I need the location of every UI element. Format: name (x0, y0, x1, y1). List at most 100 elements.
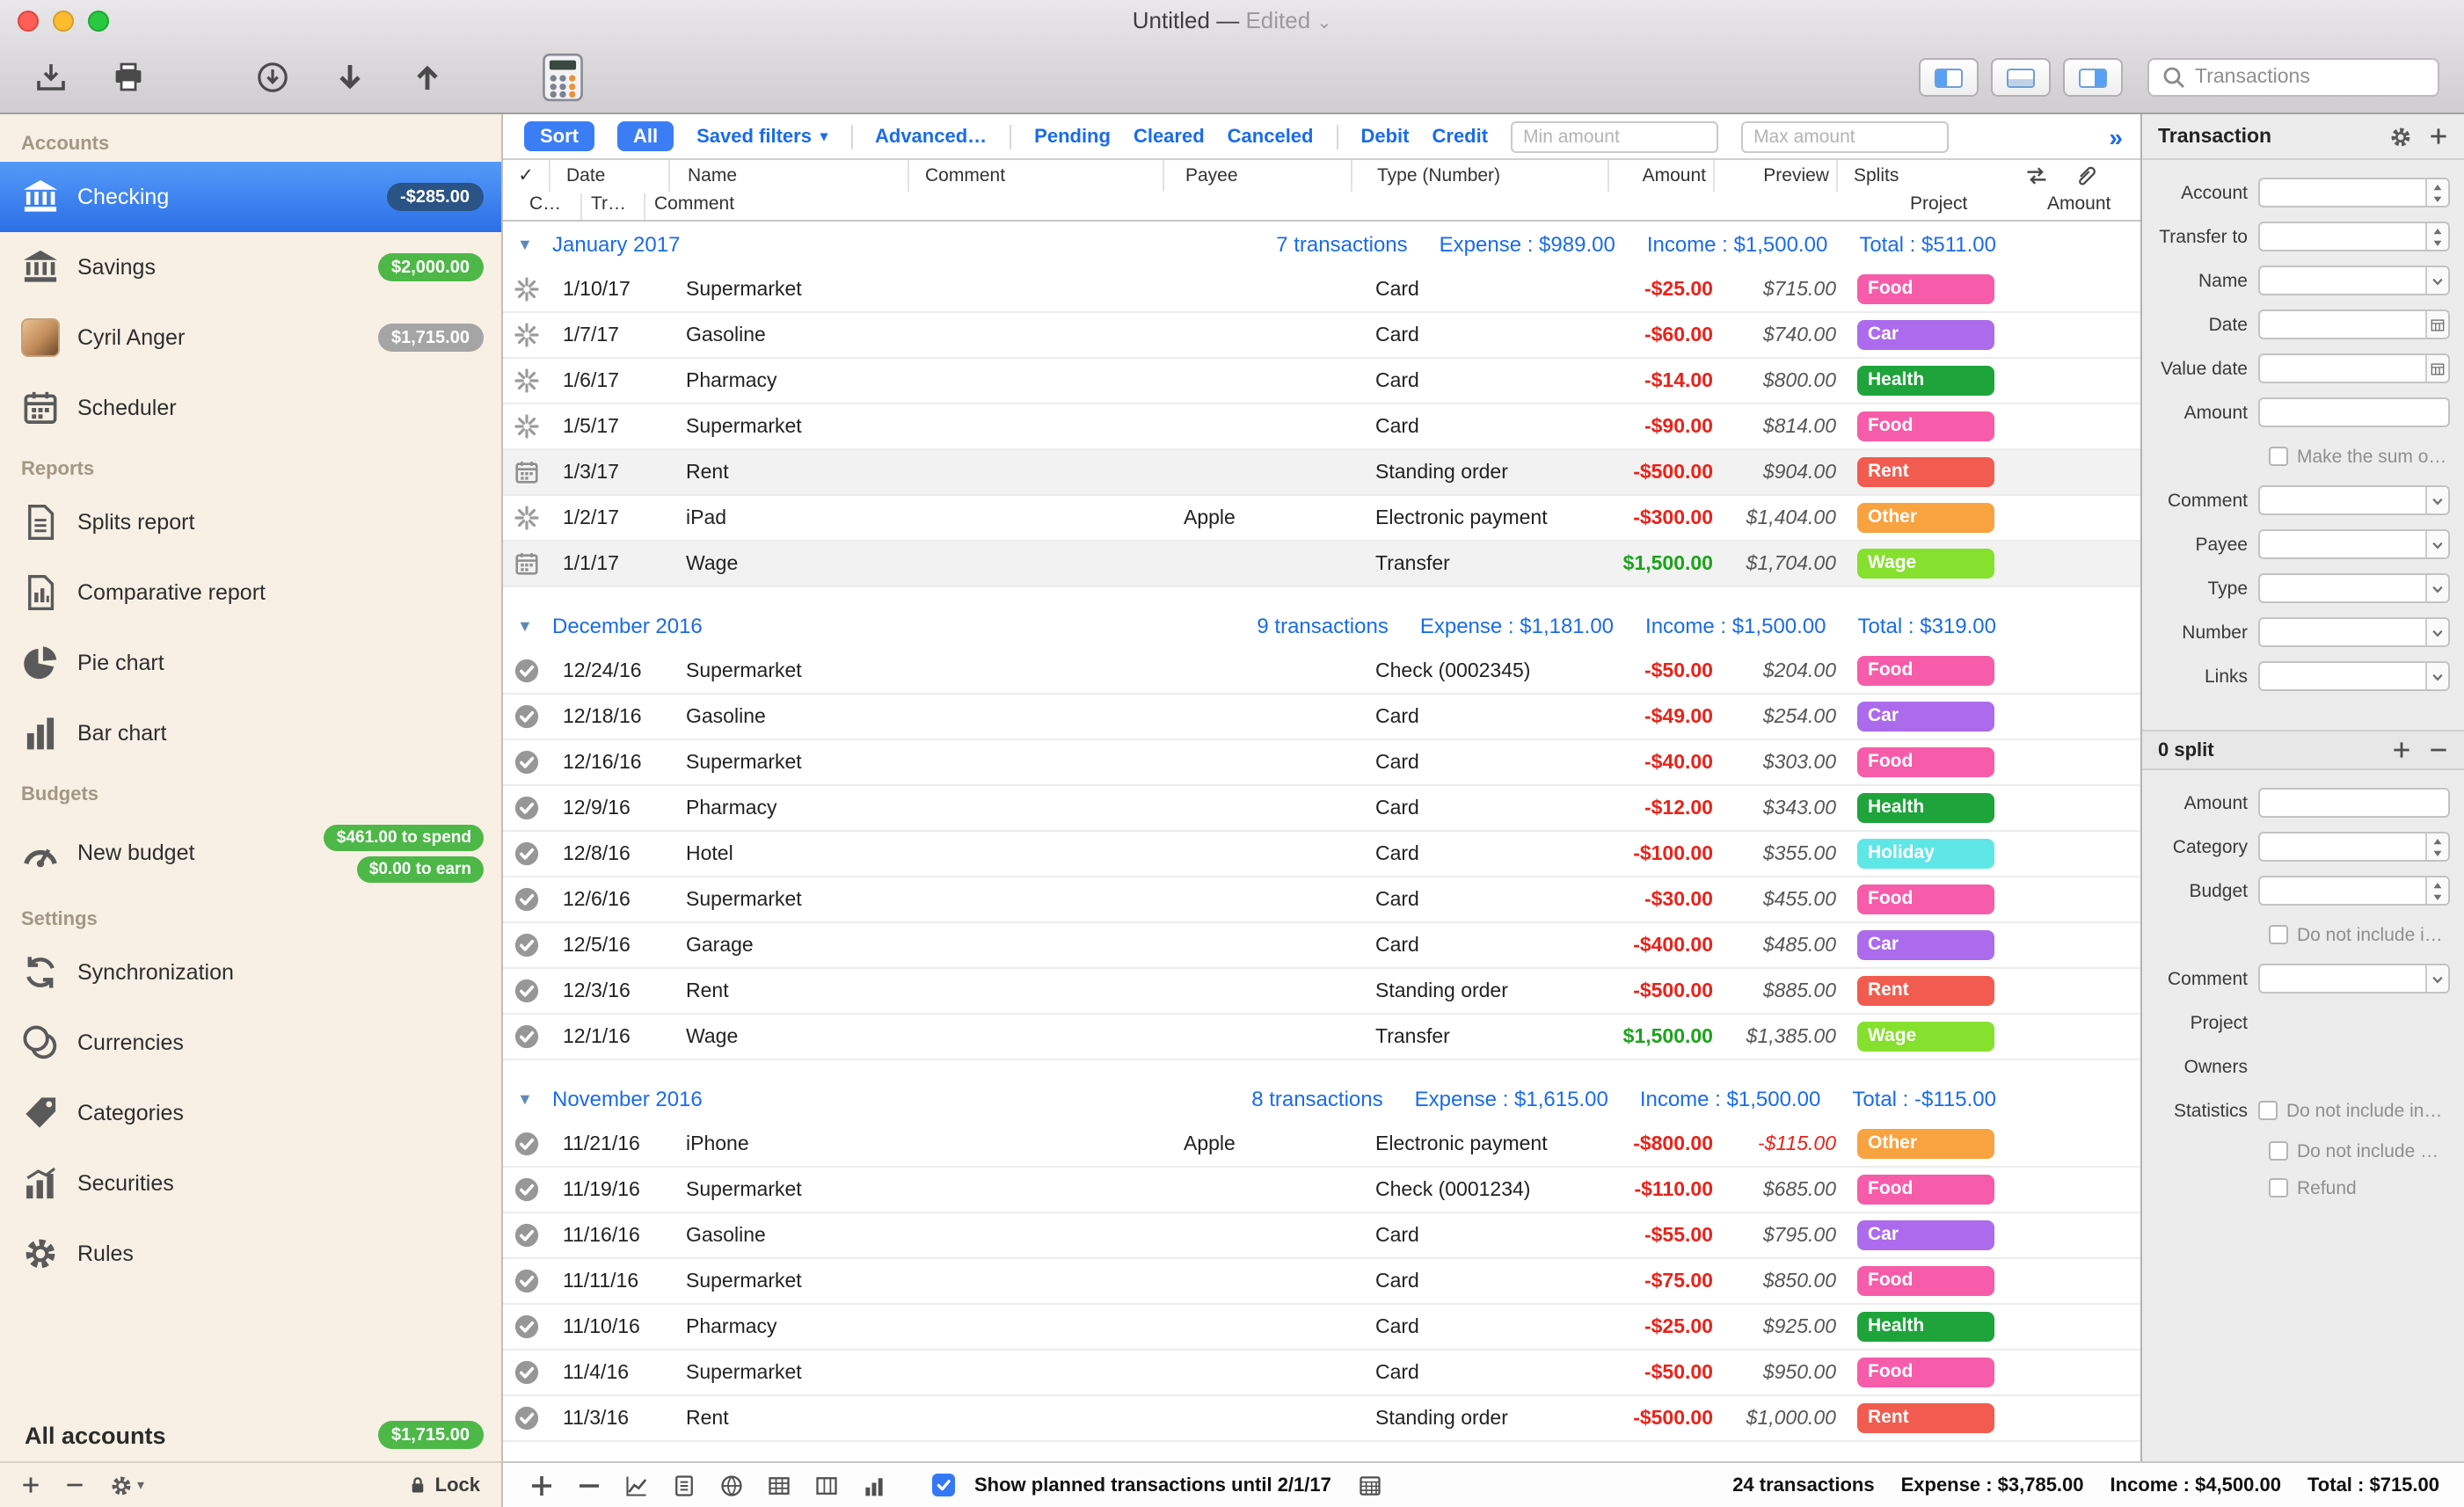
sidebar-item-comparative-report[interactable]: Comparative report (0, 557, 501, 628)
sidebar-item-bar-chart[interactable]: Bar chart (0, 698, 501, 768)
column-amount2[interactable]: Amount (2047, 193, 2110, 215)
do-not-include-w-checkbox[interactable] (2269, 1141, 2288, 1161)
add-split-icon[interactable] (2392, 740, 2411, 760)
panel-bottom-toggle[interactable] (1991, 58, 2051, 97)
sidebar-item-splits-report[interactable]: Splits report (0, 487, 501, 557)
payee-field[interactable] (2258, 529, 2450, 559)
sidebar-item-savings[interactable]: Savings$2,000.00 (0, 232, 501, 302)
transaction-row[interactable]: 12/3/16RentStanding order-$500.00$885.00… (503, 969, 2140, 1015)
do-not-include-in-checkbox[interactable] (2269, 925, 2288, 944)
make-the-sum-of-checkbox[interactable] (2269, 447, 2288, 466)
transaction-row[interactable]: 11/19/16SupermarketCheck (0001234)-$110.… (503, 1168, 2140, 1213)
panel-left-toggle[interactable] (1919, 58, 1979, 97)
month-header[interactable]: ▼January 20177 transactionsExpense : $98… (503, 222, 2140, 267)
columns-view-button[interactable] (813, 1471, 841, 1499)
transaction-row[interactable]: 11/3/16RentStanding order-$500.00$1,000.… (503, 1396, 2140, 1442)
download-circle-button[interactable] (250, 55, 295, 100)
advanced-filter-button[interactable]: Advanced… (875, 126, 987, 147)
bar-chart-small-button[interactable] (860, 1471, 888, 1499)
filter-credit-button[interactable]: Credit (1432, 126, 1489, 147)
globe-button[interactable] (718, 1471, 746, 1499)
sort-button[interactable]: Sort (524, 121, 594, 151)
column-check[interactable]: ✓ (503, 160, 549, 192)
column-type[interactable]: Type (Number) (1351, 160, 1607, 192)
filter-pending-button[interactable]: Pending (1034, 126, 1111, 147)
name-field[interactable] (2258, 266, 2450, 295)
plus-button[interactable] (528, 1471, 556, 1499)
sidebar-item-new-budget[interactable]: New budget$461.00 to spend$0.00 to earn (0, 812, 501, 893)
date-field[interactable] (2258, 309, 2450, 339)
lock-button[interactable]: Lock (409, 1474, 480, 1496)
disclosure-triangle-icon[interactable]: ▼ (517, 1090, 542, 1108)
column-preview[interactable]: Preview (1713, 160, 1836, 192)
links-field[interactable] (2258, 661, 2450, 691)
print-button[interactable] (106, 55, 151, 100)
transaction-row[interactable]: 1/3/17RentStanding order-$500.00$904.00R… (503, 450, 2140, 496)
comment-field[interactable] (2258, 485, 2450, 515)
transaction-row[interactable]: 12/8/16HotelCard-$100.00$355.00Holiday (503, 832, 2140, 877)
max-amount-input[interactable] (1741, 120, 1949, 152)
gear-icon[interactable] (2388, 124, 2413, 149)
column-comment2[interactable]: Comment (654, 193, 734, 215)
sidebar-action-menu[interactable]: ▾ (109, 1473, 144, 1497)
month-header[interactable]: ▼December 20169 transactionsExpense : $1… (503, 603, 2140, 649)
remove-account-button[interactable] (65, 1475, 84, 1495)
transaction-row[interactable]: 1/2/17iPadAppleElectronic payment-$300.0… (503, 496, 2140, 542)
sidebar-item-securities[interactable]: Securities (0, 1148, 501, 1219)
column-payee[interactable]: Payee (1163, 160, 1351, 192)
account-field[interactable] (2258, 178, 2450, 207)
transaction-row[interactable]: 1/5/17SupermarketCard-$90.00$814.00Food (503, 404, 2140, 450)
refund-checkbox[interactable] (2269, 1178, 2288, 1198)
planned-calendar-button[interactable] (1358, 1473, 1382, 1497)
column-c[interactable]: C… (529, 193, 561, 215)
transaction-row[interactable]: 12/24/16SupermarketCheck (0002345)-$50.0… (503, 649, 2140, 695)
transaction-row[interactable]: 1/1/17WageTransfer$1,500.00$1,704.00Wage (503, 542, 2140, 587)
column-comment[interactable]: Comment (908, 160, 1163, 192)
sidebar-item-pie-chart[interactable]: Pie chart (0, 628, 501, 698)
number-field[interactable] (2258, 617, 2450, 647)
amount-field[interactable] (2258, 788, 2450, 818)
sidebar-item-currencies[interactable]: Currencies (0, 1008, 501, 1078)
transaction-row[interactable]: 11/11/16SupermarketCard-$75.00$850.00Foo… (503, 1259, 2140, 1305)
all-accounts-row[interactable]: All accounts $1,715.00 (0, 1409, 501, 1461)
column-splits[interactable]: Splits (1836, 160, 2140, 192)
show-planned-checkbox[interactable] (932, 1474, 955, 1496)
transaction-row[interactable]: 12/5/16GarageCard-$400.00$485.00Car (503, 923, 2140, 969)
transaction-row[interactable]: 11/21/16iPhoneAppleElectronic payment-$8… (503, 1122, 2140, 1168)
transaction-row[interactable]: 1/7/17GasolineCard-$60.00$740.00Car (503, 313, 2140, 359)
add-account-button[interactable] (21, 1475, 40, 1495)
transaction-row[interactable]: 12/1/16WageTransfer$1,500.00$1,385.00Wag… (503, 1015, 2140, 1060)
remove-split-icon[interactable] (2429, 740, 2448, 760)
transaction-row[interactable]: 12/16/16SupermarketCard-$40.00$303.00Foo… (503, 740, 2140, 786)
filter-cleared-button[interactable]: Cleared (1134, 126, 1205, 147)
month-header[interactable]: ▼November 20168 transactionsExpense : $1… (503, 1076, 2140, 1122)
line-chart-button[interactable] (623, 1471, 651, 1499)
filter-all-button[interactable]: All (617, 121, 674, 151)
comment-field[interactable] (2258, 964, 2450, 994)
transaction-row[interactable]: 12/9/16PharmacyCard-$12.00$343.00Health (503, 786, 2140, 832)
column-amount[interactable]: Amount (1607, 160, 1713, 192)
disclosure-triangle-icon[interactable]: ▼ (517, 236, 542, 253)
arrow-up-button[interactable] (405, 55, 450, 100)
filter-canceled-button[interactable]: Canceled (1228, 126, 1314, 147)
transaction-row[interactable]: 11/4/16SupermarketCard-$50.00$950.00Food (503, 1350, 2140, 1396)
transaction-row[interactable]: 1/6/17PharmacyCard-$14.00$800.00Health (503, 359, 2140, 404)
category-field[interactable] (2258, 832, 2450, 862)
saved-filters-dropdown[interactable]: Saved filters▾ (696, 126, 827, 147)
transaction-row[interactable]: 11/16/16GasolineCard-$55.00$795.00Car (503, 1213, 2140, 1259)
budget-field[interactable] (2258, 876, 2450, 906)
sidebar-item-scheduler[interactable]: Scheduler (0, 373, 501, 443)
column-date[interactable]: Date (549, 160, 668, 192)
table-grid-button[interactable] (765, 1471, 793, 1499)
do-not-include-in-checkbox[interactable] (2258, 1101, 2278, 1120)
sidebar-item-synchronization[interactable]: Synchronization (0, 937, 501, 1008)
transaction-row[interactable]: 12/18/16GasolineCard-$49.00$254.00Car (503, 695, 2140, 740)
transaction-row[interactable]: 1/10/17SupermarketCard-$25.00$715.00Food (503, 267, 2140, 313)
value-date-field[interactable] (2258, 353, 2450, 383)
type-field[interactable] (2258, 573, 2450, 603)
panel-right-toggle[interactable] (2063, 58, 2123, 97)
search-input[interactable]: Transactions (2147, 58, 2439, 97)
disclosure-triangle-icon[interactable]: ▼ (517, 617, 542, 635)
sidebar-item-categories[interactable]: Categories (0, 1078, 501, 1148)
more-filters-button[interactable]: » (2109, 122, 2123, 150)
